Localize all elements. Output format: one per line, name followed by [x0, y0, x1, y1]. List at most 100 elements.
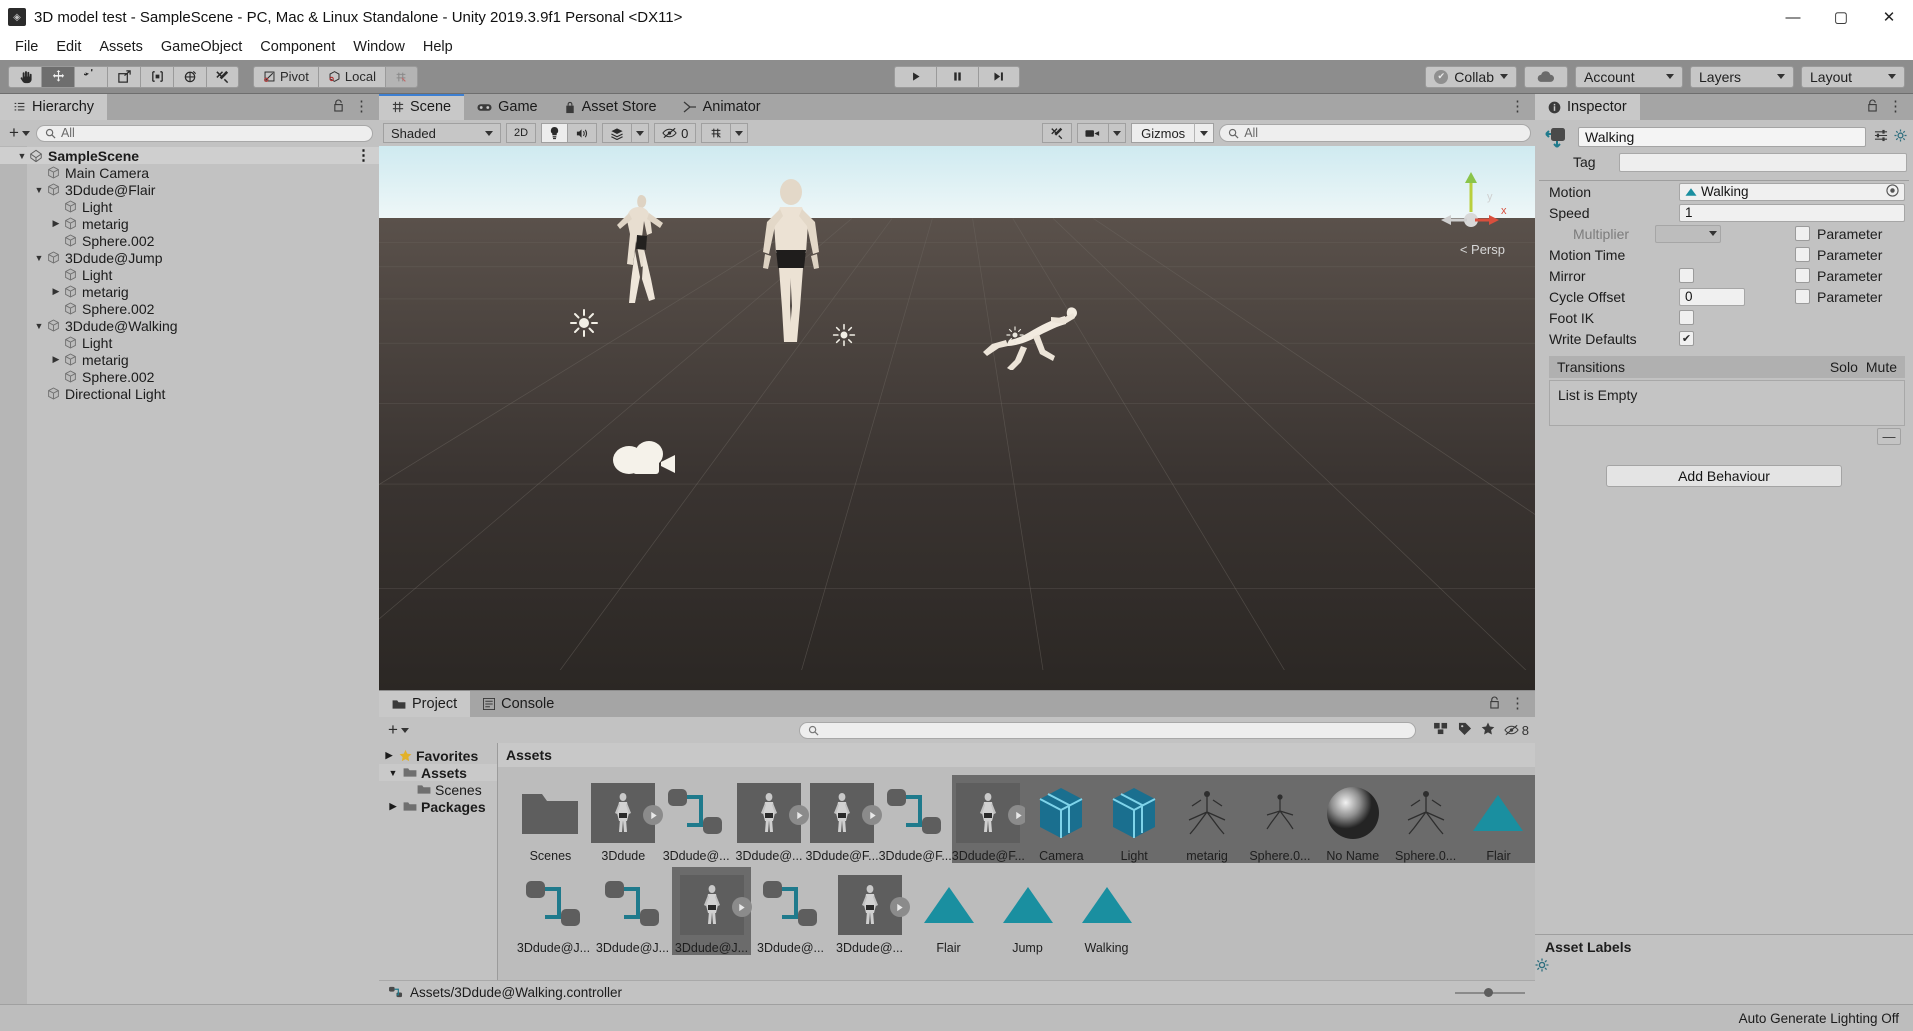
- grid-snap-icon[interactable]: [384, 65, 418, 88]
- hierarchy-row[interactable]: Directional Light: [0, 385, 379, 402]
- menu-item-edit[interactable]: Edit: [47, 37, 90, 57]
- hand-tool-icon[interactable]: [8, 65, 41, 88]
- step-button[interactable]: [977, 65, 1020, 88]
- hierarchy-row[interactable]: ▶ metarig: [0, 215, 379, 232]
- camera-gizmo[interactable]: [607, 434, 685, 484]
- pause-button[interactable]: [935, 65, 978, 88]
- tab-game[interactable]: Game: [464, 94, 551, 120]
- asset-item[interactable]: 3Ddude@...: [830, 867, 910, 955]
- hierarchy-row[interactable]: Light: [0, 198, 379, 215]
- asset-zoom-slider[interactable]: [1455, 987, 1525, 999]
- hierarchy-row[interactable]: Sphere.002: [0, 368, 379, 385]
- transform-tool-icon[interactable]: [173, 65, 206, 88]
- parameter-checkbox[interactable]: [1795, 247, 1810, 262]
- filter-label-icon[interactable]: [1458, 722, 1472, 738]
- layout-button[interactable]: Layout: [1801, 65, 1905, 88]
- scene-viewport[interactable]: y x < Persp: [379, 146, 1535, 690]
- asset-grid[interactable]: Scenes 3Ddude 3Ddude@... 3Ddude@... 3Ddude@F…: [498, 767, 1535, 980]
- scene-camera-icon[interactable]: [1077, 123, 1109, 143]
- asset-item[interactable]: Flair: [909, 867, 988, 955]
- sliders-icon[interactable]: [1874, 129, 1888, 145]
- asset-item[interactable]: 3Ddude: [587, 775, 664, 863]
- add-behaviour-button[interactable]: Add Behaviour: [1606, 465, 1842, 487]
- menu-item-assets[interactable]: Assets: [90, 37, 152, 57]
- asset-item[interactable]: 3Ddude@J...: [672, 867, 752, 955]
- expand-triangle-icon[interactable]: ▼: [16, 151, 28, 161]
- hierarchy-row[interactable]: ▶ metarig: [0, 351, 379, 368]
- account-button[interactable]: Account: [1575, 65, 1683, 88]
- gear-icon[interactable]: [1894, 129, 1907, 145]
- asset-item[interactable]: Jump: [988, 867, 1067, 955]
- filter-type-icon[interactable]: [1433, 722, 1449, 738]
- scene-tools-icon[interactable]: [1042, 123, 1073, 143]
- scene-camera-dropdown[interactable]: [1108, 123, 1127, 143]
- project-favorites-row[interactable]: ▶ Favorites: [379, 747, 497, 764]
- asset-labels-area[interactable]: [1535, 958, 1913, 1004]
- tag-input[interactable]: [1619, 152, 1907, 172]
- asset-item[interactable]: 3Ddude@...: [660, 775, 733, 863]
- property-checkbox[interactable]: [1679, 268, 1694, 283]
- light-gizmo-2[interactable]: [831, 322, 857, 348]
- hierarchy-row[interactable]: Light: [0, 334, 379, 351]
- asset-item[interactable]: Sphere.0...: [1389, 775, 1463, 863]
- scene-effects-icon[interactable]: [602, 123, 632, 143]
- asset-item[interactable]: 3Ddude@F...: [951, 775, 1029, 863]
- remove-transition-button[interactable]: —: [1877, 428, 1901, 445]
- object-picker-icon[interactable]: [1886, 183, 1899, 200]
- asset-label-gear-icon[interactable]: [1535, 958, 1549, 976]
- project-search-input[interactable]: [798, 721, 1416, 739]
- expand-triangle-icon[interactable]: ▶: [50, 354, 62, 365]
- menu-item-gameobject[interactable]: GameObject: [152, 37, 251, 57]
- expand-triangle-icon[interactable]: ▼: [33, 185, 45, 195]
- collab-button[interactable]: ✔ Collab: [1425, 65, 1517, 88]
- light-gizmo-3[interactable]: [1004, 324, 1026, 346]
- asset-item[interactable]: Walking: [1067, 867, 1146, 955]
- lock-icon[interactable]: [1489, 696, 1500, 712]
- asset-item[interactable]: 3Ddude@J...: [593, 867, 672, 955]
- cycle-offset-field[interactable]: 0: [1679, 287, 1745, 306]
- asset-item[interactable]: Scenes: [514, 775, 587, 863]
- speed-field[interactable]: 1: [1679, 203, 1905, 222]
- perspective-label[interactable]: < Persp: [1460, 242, 1505, 257]
- scene-lighting-icon[interactable]: [541, 123, 568, 143]
- menu-item-file[interactable]: File: [6, 37, 47, 57]
- project-tree[interactable]: ▶ Favorites ▼ Assets Scenes ▶ Packages: [379, 743, 498, 980]
- object-name-input[interactable]: Walking: [1578, 127, 1866, 147]
- property-checkbox[interactable]: [1679, 310, 1694, 325]
- tab-asset-store[interactable]: Asset Store: [551, 94, 670, 120]
- scene-grid-icon[interactable]: [701, 123, 731, 143]
- hierarchy-row[interactable]: ▼ 3Ddude@Jump: [0, 249, 379, 266]
- lock-icon[interactable]: [333, 99, 344, 115]
- scene-menu-icon[interactable]: ⋮: [1510, 99, 1525, 114]
- hierarchy-add-button[interactable]: +: [6, 123, 30, 143]
- custom-tool-icon[interactable]: [206, 65, 239, 88]
- scene-context-menu-icon[interactable]: ⋮: [356, 148, 371, 163]
- tab-console[interactable]: Console: [470, 691, 567, 717]
- light-gizmo-1[interactable]: [569, 308, 599, 338]
- scene-effects-dropdown[interactable]: [631, 123, 650, 143]
- asset-item[interactable]: Sphere.0...: [1243, 775, 1317, 863]
- gizmos-dropdown[interactable]: [1194, 123, 1215, 143]
- project-add-button[interactable]: +: [385, 720, 409, 740]
- project-tree-row[interactable]: ▶ Packages: [379, 798, 497, 815]
- project-menu-icon[interactable]: ⋮: [1510, 696, 1525, 711]
- local-button[interactable]: Local: [317, 65, 385, 88]
- asset-item[interactable]: No Name: [1316, 775, 1390, 863]
- hierarchy-row[interactable]: ▼ 3Ddude@Walking: [0, 317, 379, 334]
- asset-item[interactable]: 3Ddude@J...: [514, 867, 593, 955]
- pivot-button[interactable]: Pivot: [253, 65, 318, 88]
- tab-scene[interactable]: Scene: [379, 94, 465, 120]
- hierarchy-menu-icon[interactable]: ⋮: [354, 99, 369, 114]
- rotate-tool-icon[interactable]: [74, 65, 107, 88]
- filter-favorite-icon[interactable]: [1481, 722, 1495, 738]
- close-button[interactable]: ✕: [1865, 0, 1913, 34]
- project-tree-row[interactable]: Scenes: [379, 781, 497, 798]
- toggle-2d-button[interactable]: 2D: [506, 123, 537, 143]
- asset-item[interactable]: Flair: [1462, 775, 1535, 863]
- asset-item[interactable]: 3Ddude@...: [751, 867, 830, 955]
- menu-item-help[interactable]: Help: [414, 37, 462, 57]
- parameter-checkbox[interactable]: [1795, 268, 1810, 283]
- cloud-button[interactable]: [1524, 65, 1568, 88]
- asset-item[interactable]: 3Ddude@F...: [805, 775, 883, 863]
- play-button[interactable]: [893, 65, 936, 88]
